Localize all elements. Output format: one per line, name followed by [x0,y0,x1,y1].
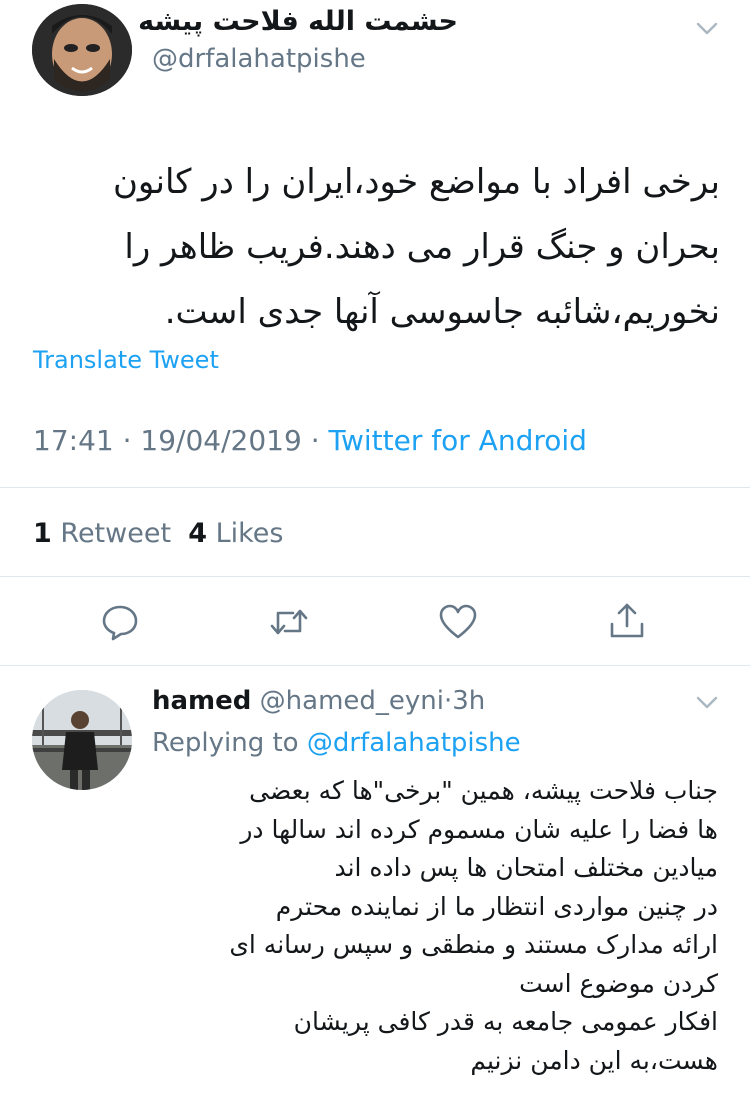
tweet-text: برخی افراد با مواضع خود،ایران را در کانو… [40,150,720,345]
replying-to: Replying to @drfalahatpishe [152,728,521,758]
tweet-text-line: برخی افراد با مواضع خود،ایران را در کانو… [112,162,720,202]
tweet-time: 17:41 [33,424,114,457]
reply-author-name[interactable]: hamed [152,686,251,716]
replying-to-handle[interactable]: @drfalahatpishe [307,728,521,758]
reply-age: 3h [452,686,486,716]
reply-author-handle[interactable]: @hamed_eyni [260,686,444,716]
author-avatar[interactable] [32,4,132,96]
author-display-name[interactable]: حشمت الله فلاحت پیشه [138,6,458,37]
reply-text-line: میادین مختلف امتحان ها پس داده اند [334,853,718,882]
reply-icon[interactable] [100,602,140,642]
avatar-photo [32,690,132,790]
chevron-down-icon[interactable] [696,696,718,710]
avatar-photo [32,4,132,96]
like-label: Likes [215,518,284,549]
retweet-icon[interactable] [269,602,309,642]
retweet-label: Retweet [60,518,172,549]
chevron-down-icon[interactable] [696,22,718,36]
author-handle[interactable]: @drfalahatpishe [152,44,366,74]
reply-text-line: کردن موضوع است [519,968,718,998]
divider [0,576,750,577]
reply-text-line: در چنین مواردی انتظار ما از نماینده محتر… [275,891,718,921]
share-icon[interactable] [607,600,647,640]
reply-text-line: هست،به این دامن نزنیم [470,1045,718,1075]
like-count: 4 [188,518,207,549]
reply-text-line: ارائه مدارک مستند و منطقی و سپس رسانه ای [229,930,718,959]
divider [0,487,750,488]
reply-header: hamed @hamed_eyni·3h [152,686,485,716]
reply-author-avatar[interactable] [32,690,132,790]
tweet-text-line: نخوریم،شائبه جاسوسی آنها جدی است. [164,292,720,332]
reply-text-line: ها فضا را علیه شان مسموم کرده اند سالها … [240,814,718,844]
tweet-client-link[interactable]: Twitter for Android [329,424,587,457]
tweet-stats: 1 Retweet 4 Likes [33,518,284,549]
heart-icon[interactable] [438,602,478,642]
likes-stat[interactable]: 4 Likes [188,518,283,549]
tweet-metadata: 17:41 · 19/04/2019 · Twitter for Android [33,424,587,457]
reply-text: جناب فلاحت پیشه، همین "برخی"ها که بعضی ه… [150,772,718,1080]
divider [0,665,750,666]
reply-text-line: جناب فلاحت پیشه، همین "برخی"ها که بعضی [249,776,718,805]
retweet-count: 1 [33,518,52,549]
reply-text-line: افکار عمومی جامعه به قدر کافی پریشان [293,1007,718,1036]
tweet-date: 19/04/2019 [140,424,302,457]
retweets-stat[interactable]: 1 Retweet [33,518,171,549]
tweet-text-line: بحران و جنگ قرار می دهند.فریب ظاهر را [124,227,720,267]
translate-tweet-link[interactable]: Translate Tweet [33,346,219,374]
replying-prefix: Replying to [152,728,299,758]
meta-separator: · [122,424,132,457]
meta-separator: · [310,424,320,457]
